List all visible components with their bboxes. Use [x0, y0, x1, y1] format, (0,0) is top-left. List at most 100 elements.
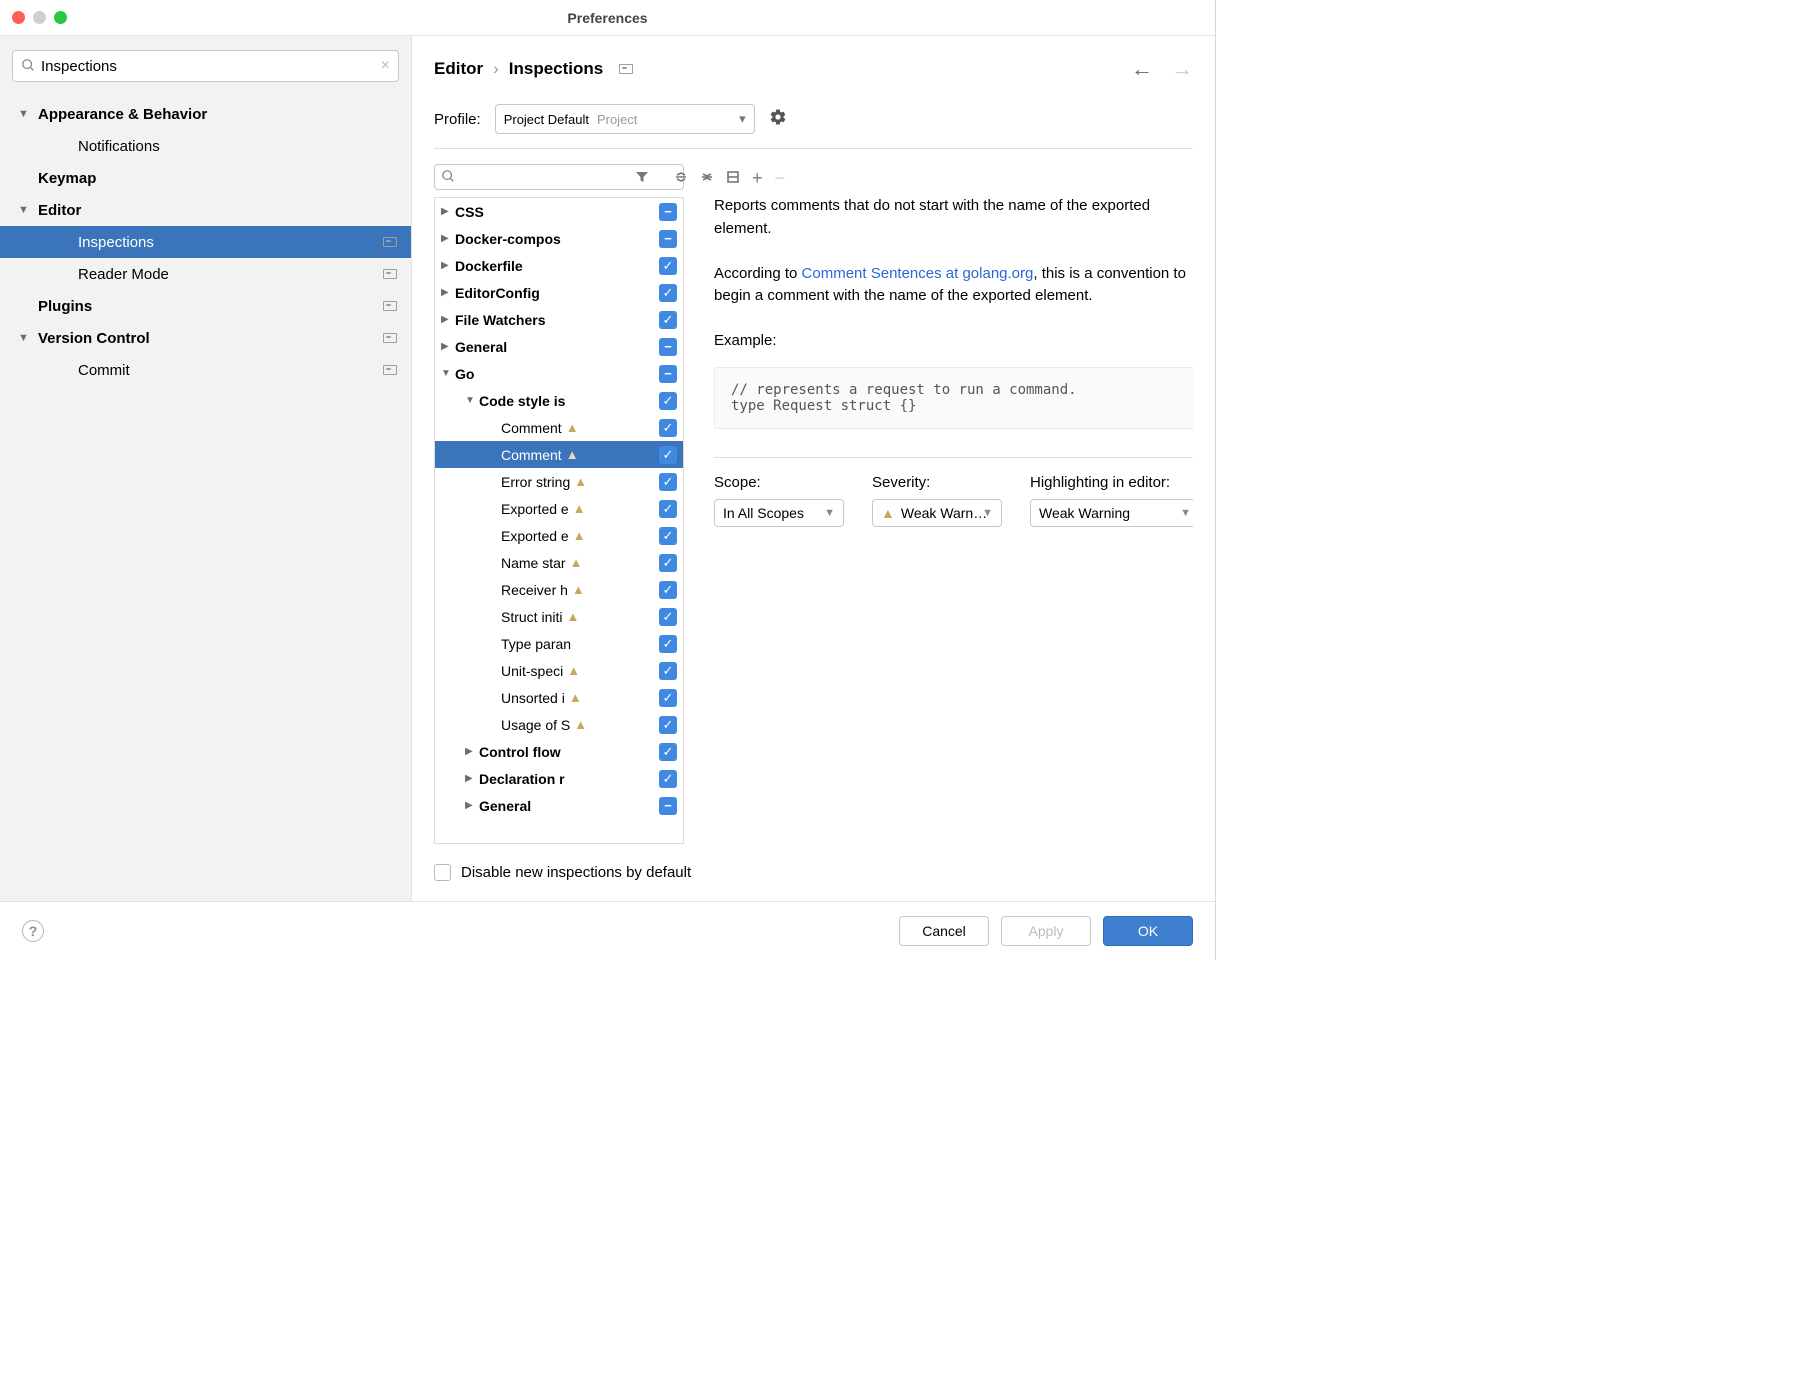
- chevron-down-icon: ▼: [18, 332, 32, 344]
- sidebar-item-label: Keymap: [38, 170, 96, 187]
- inspection-item[interactable]: Comment▲✓: [435, 441, 683, 468]
- inspection-checkbox[interactable]: ✓: [659, 419, 677, 437]
- inspection-checkbox[interactable]: ✓: [659, 284, 677, 302]
- ok-button[interactable]: OK: [1103, 916, 1193, 946]
- inspection-item[interactable]: ▶Docker-compos−: [435, 225, 683, 252]
- sidebar-item-notifications[interactable]: Notifications: [0, 130, 411, 162]
- search-input[interactable]: [41, 58, 375, 75]
- inspection-checkbox[interactable]: ✓: [659, 473, 677, 491]
- inspection-checkbox[interactable]: ✓: [659, 311, 677, 329]
- inspection-checkbox[interactable]: ✓: [659, 608, 677, 626]
- highlight-select[interactable]: Weak Warning ▼: [1030, 499, 1193, 527]
- minimize-icon[interactable]: [33, 11, 46, 24]
- inspection-item[interactable]: Type paran✓: [435, 630, 683, 657]
- inspection-item[interactable]: ▼Code style is✓: [435, 387, 683, 414]
- chevron-down-icon: ▼: [18, 204, 32, 216]
- warning-icon: ▲: [881, 505, 895, 521]
- inspection-item[interactable]: Unsorted i▲✓: [435, 684, 683, 711]
- inspection-checkbox[interactable]: ✓: [659, 392, 677, 410]
- inspection-label: Comment: [501, 447, 562, 463]
- project-scope-icon: [383, 235, 397, 250]
- inspection-checkbox[interactable]: ✓: [659, 689, 677, 707]
- inspection-item[interactable]: Unit-speci▲✓: [435, 657, 683, 684]
- inspection-item[interactable]: Exported e▲✓: [435, 522, 683, 549]
- chevron-down-icon: ▼: [824, 507, 835, 519]
- profile-scope: Project: [597, 112, 637, 127]
- warning-icon: ▲: [567, 663, 580, 678]
- chevron-right-icon: ▶: [441, 206, 453, 217]
- window-title: Preferences: [567, 10, 647, 26]
- inspection-item[interactable]: ▶EditorConfig✓: [435, 279, 683, 306]
- inspection-item[interactable]: Error string▲✓: [435, 468, 683, 495]
- sidebar: × ▼Appearance & BehaviorNotifications Key…: [0, 36, 412, 901]
- inspection-checkbox[interactable]: −: [659, 338, 677, 356]
- inspection-checkbox[interactable]: ✓: [659, 662, 677, 680]
- warning-icon: ▲: [572, 582, 585, 597]
- inspection-checkbox[interactable]: ✓: [659, 770, 677, 788]
- severity-select[interactable]: ▲ Weak Warn… ▼: [872, 499, 1002, 527]
- profile-select[interactable]: Project Default Project ▾: [495, 104, 755, 134]
- sidebar-item-keymap[interactable]: Keymap: [0, 162, 411, 194]
- filter-icon[interactable]: [634, 169, 650, 188]
- disable-new-label: Disable new inspections by default: [461, 864, 691, 881]
- sidebar-item-editor[interactable]: ▼Editor: [0, 194, 411, 226]
- inspection-checkbox[interactable]: ✓: [659, 446, 677, 464]
- inspection-checkbox[interactable]: ✓: [659, 527, 677, 545]
- inspection-item[interactable]: Exported e▲✓: [435, 495, 683, 522]
- sidebar-item-reader-mode[interactable]: Reader Mode: [0, 258, 411, 290]
- doc-link[interactable]: Comment Sentences at golang.org: [802, 265, 1034, 282]
- expand-all-icon[interactable]: [674, 170, 688, 187]
- inspection-checkbox[interactable]: ✓: [659, 554, 677, 572]
- chevron-right-icon: ▶: [441, 233, 453, 244]
- chevron-right-icon: ▶: [441, 260, 453, 271]
- inspection-checkbox[interactable]: ✓: [659, 635, 677, 653]
- inspection-checkbox[interactable]: ✓: [659, 500, 677, 518]
- inspection-item[interactable]: ▶File Watchers✓: [435, 306, 683, 333]
- chevron-right-icon: ›: [493, 59, 499, 79]
- chevron-down-icon: ▾: [739, 111, 746, 127]
- inspection-item[interactable]: Struct initi▲✓: [435, 603, 683, 630]
- inspection-checkbox[interactable]: −: [659, 365, 677, 383]
- scope-select[interactable]: In All Scopes ▼: [714, 499, 844, 527]
- help-button[interactable]: ?: [22, 920, 44, 942]
- inspection-item[interactable]: Name star▲✓: [435, 549, 683, 576]
- inspection-item[interactable]: Comment▲✓: [435, 414, 683, 441]
- inspection-item[interactable]: ▶General−: [435, 333, 683, 360]
- inspection-checkbox[interactable]: ✓: [659, 743, 677, 761]
- inspection-item[interactable]: Receiver h▲✓: [435, 576, 683, 603]
- inspection-item[interactable]: ▶General−: [435, 792, 683, 819]
- history-back-button[interactable]: ←: [1131, 56, 1153, 82]
- cancel-button[interactable]: Cancel: [899, 916, 989, 946]
- warning-icon: ▲: [566, 609, 579, 624]
- sidebar-item-appearance-behavior[interactable]: ▼Appearance & Behavior: [0, 98, 411, 130]
- inspection-checkbox[interactable]: ✓: [659, 716, 677, 734]
- inspection-checkbox[interactable]: −: [659, 797, 677, 815]
- sidebar-item-version-control[interactable]: ▼Version Control: [0, 322, 411, 354]
- sidebar-item-label: Commit: [78, 362, 130, 379]
- inspection-item[interactable]: ▼Go−: [435, 360, 683, 387]
- inspection-item[interactable]: ▶Control flow✓: [435, 738, 683, 765]
- sidebar-search[interactable]: ×: [12, 50, 399, 82]
- breadcrumb-editor[interactable]: Editor: [434, 59, 483, 79]
- collapse-all-icon[interactable]: [700, 170, 714, 187]
- sidebar-item-plugins[interactable]: Plugins: [0, 290, 411, 322]
- disable-new-checkbox[interactable]: [434, 864, 451, 881]
- clear-search-icon[interactable]: ×: [381, 57, 390, 75]
- inspection-item[interactable]: ▶Dockerfile✓: [435, 252, 683, 279]
- close-icon[interactable]: [12, 11, 25, 24]
- inspection-checkbox[interactable]: ✓: [659, 581, 677, 599]
- inspection-checkbox[interactable]: ✓: [659, 257, 677, 275]
- inspection-label: Declaration r: [479, 771, 565, 787]
- sidebar-item-inspections[interactable]: Inspections: [0, 226, 411, 258]
- description-p1: Reports comments that do not start with …: [714, 195, 1193, 240]
- inspection-checkbox[interactable]: −: [659, 230, 677, 248]
- inspection-item[interactable]: ▶CSS−: [435, 198, 683, 225]
- profile-settings-button[interactable]: [769, 108, 787, 131]
- inspection-label: Code style is: [479, 393, 565, 409]
- inspection-item[interactable]: Usage of S▲✓: [435, 711, 683, 738]
- sidebar-item-commit[interactable]: Commit: [0, 354, 411, 386]
- warning-icon: ▲: [570, 555, 583, 570]
- maximize-icon[interactable]: [54, 11, 67, 24]
- inspection-checkbox[interactable]: −: [659, 203, 677, 221]
- inspection-item[interactable]: ▶Declaration r✓: [435, 765, 683, 792]
